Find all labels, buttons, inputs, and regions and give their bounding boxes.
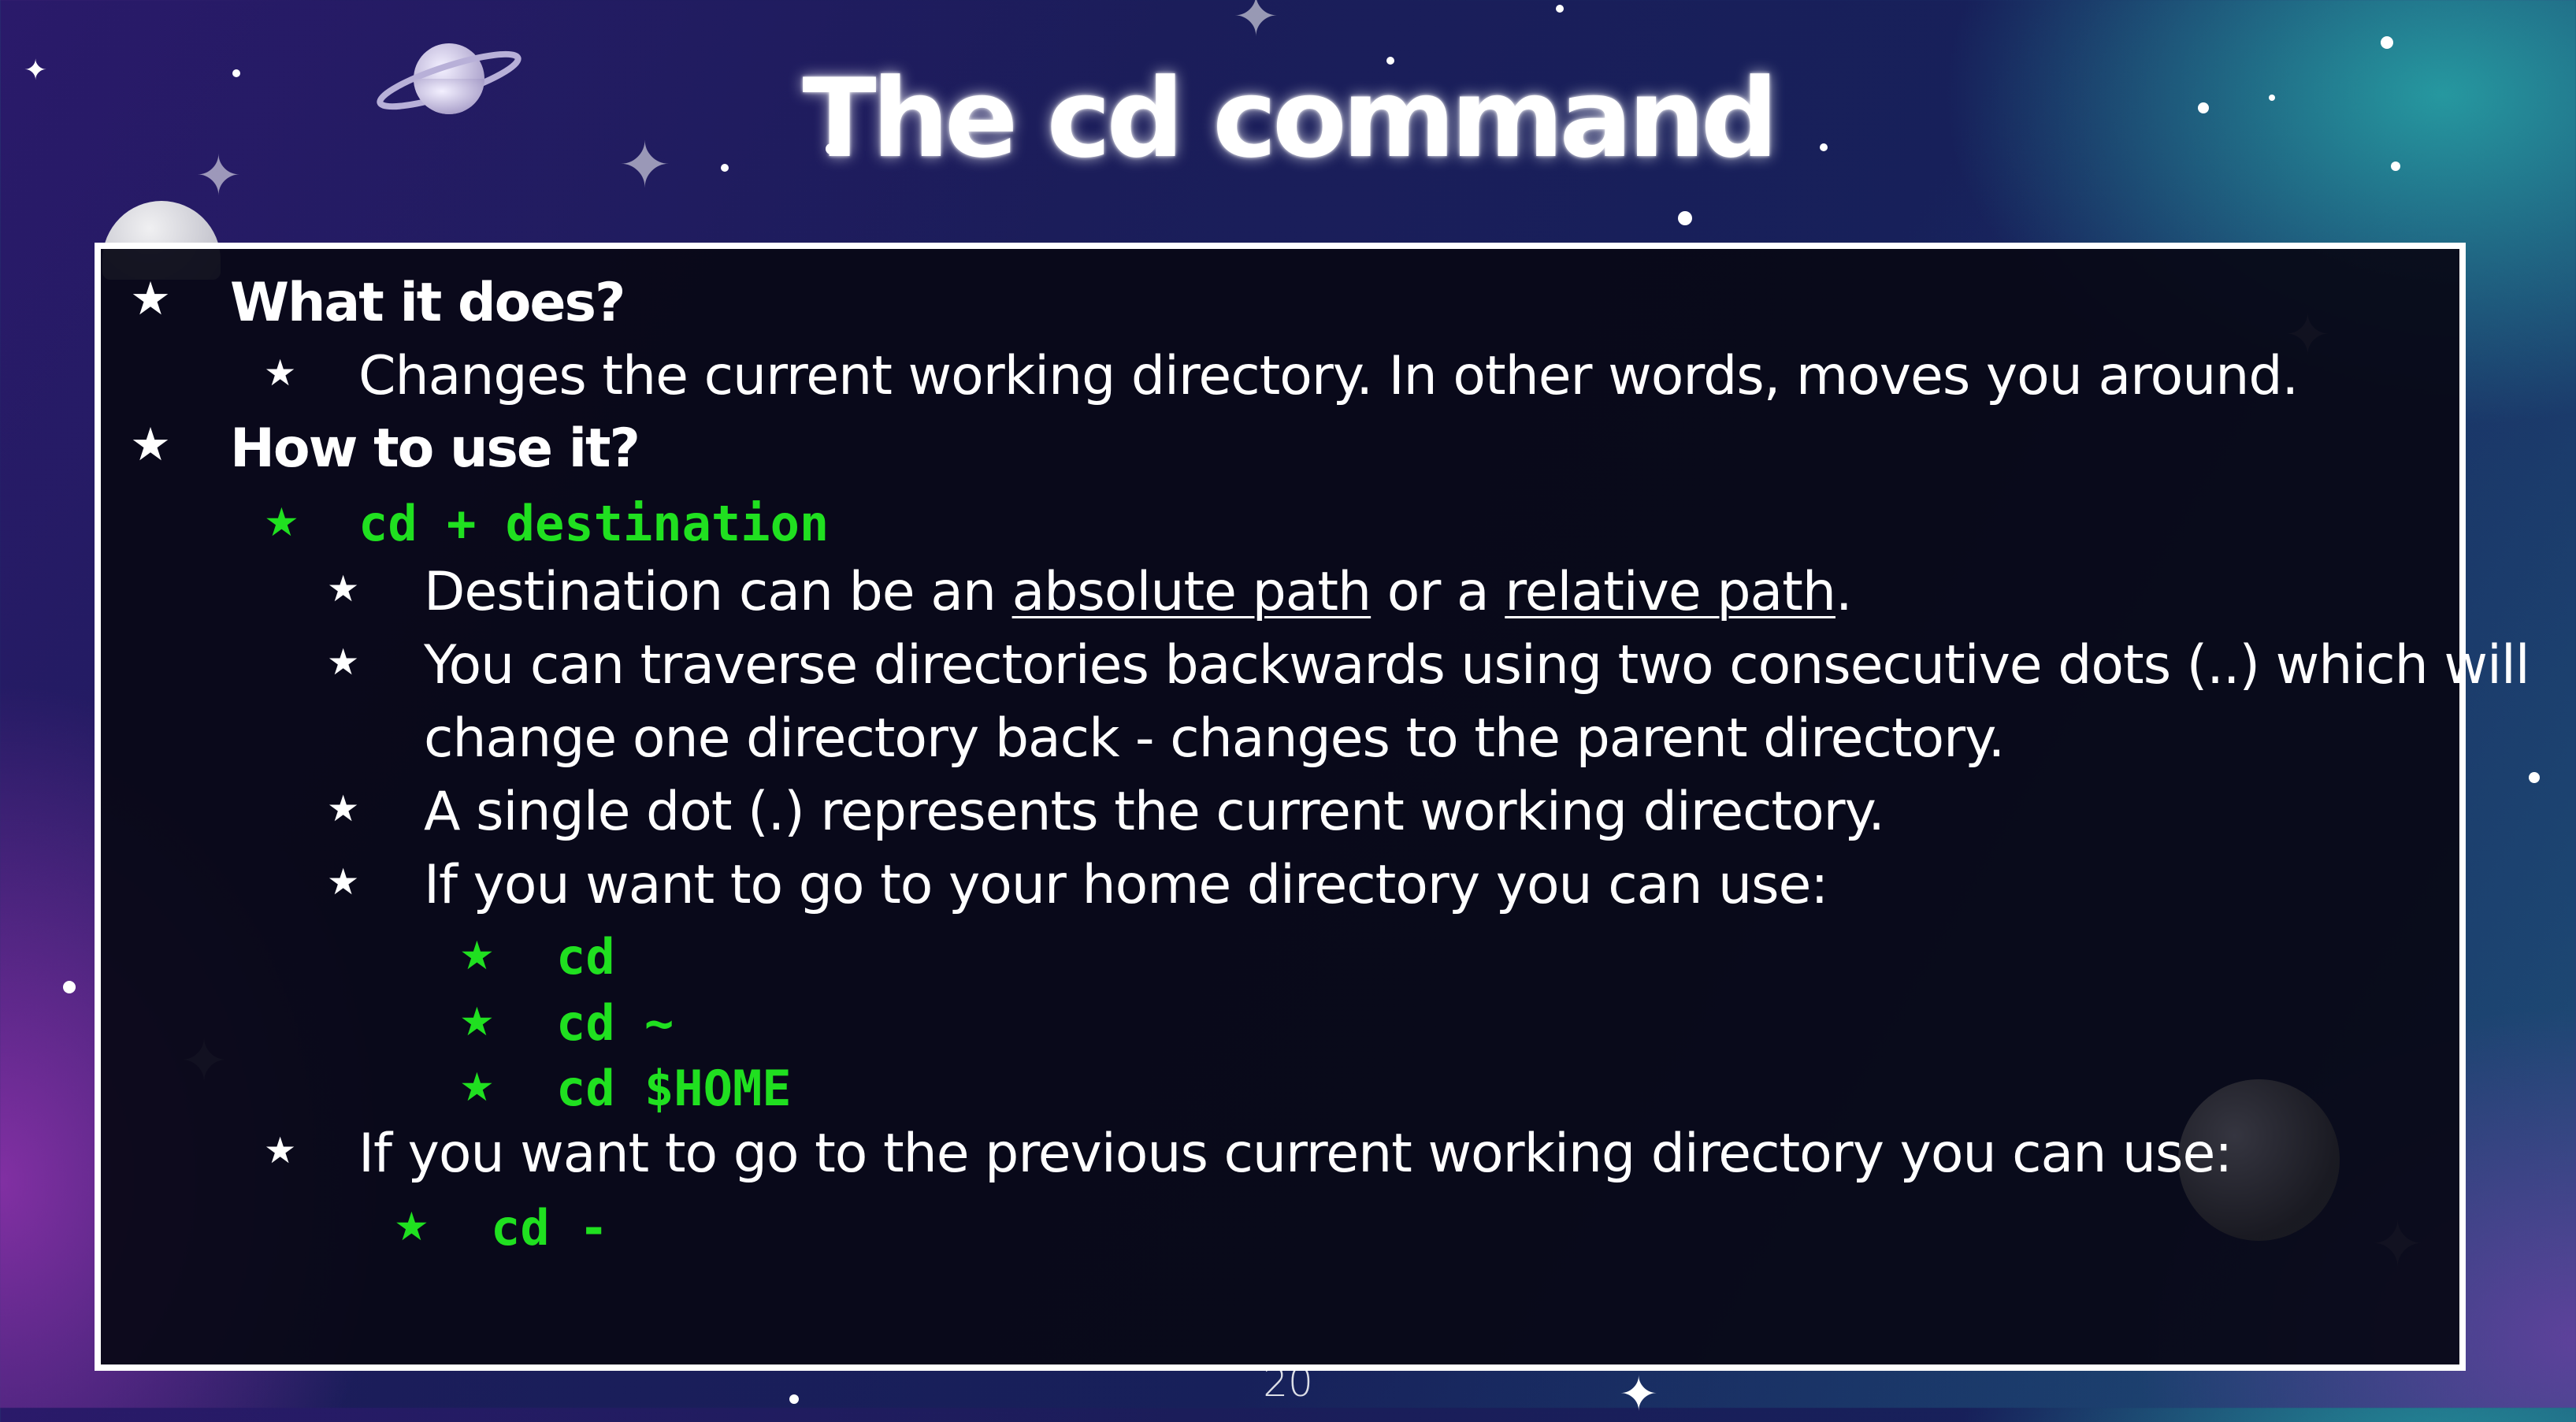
page-number: 20 <box>1263 1360 1313 1405</box>
star <box>1678 211 1692 225</box>
star-bullet-icon: ★ <box>327 860 359 903</box>
star <box>1556 5 1564 13</box>
syntax-code: cd + destination <box>358 495 830 552</box>
home-intro-text: If you want to go to your home directory… <box>424 854 1828 916</box>
star-bullet-icon: ★ <box>394 1204 429 1249</box>
relative-path-term: relative path <box>1505 561 1836 623</box>
star-bullet-icon: ★ <box>327 567 359 610</box>
home-cmd-1: cd <box>556 928 615 986</box>
home-cmd-3: cd $HOME <box>556 1060 792 1117</box>
sparkle-icon: ✦ <box>1233 0 1279 49</box>
star-bullet-icon: ★ <box>459 933 495 978</box>
traverse-line-2: change one directory back - changes to t… <box>424 707 2005 770</box>
star-bullet-icon: ★ <box>327 787 359 830</box>
star-bullet-icon: ★ <box>264 351 296 394</box>
heading-how-to-use: How to use it? <box>230 418 640 480</box>
star <box>2529 772 2540 783</box>
star-bullet-icon: ★ <box>130 418 171 471</box>
star-bullet-icon: ★ <box>264 1129 296 1171</box>
star-bullet-icon: ★ <box>459 1064 495 1110</box>
prev-intro-text: If you want to go to the previous curren… <box>358 1123 2233 1185</box>
heading-what-it-does: What it does? <box>230 272 625 334</box>
slide-title: The cd command <box>802 55 1779 182</box>
traverse-line-1: You can traverse directories backwards u… <box>424 634 2530 696</box>
star-bullet-icon: ★ <box>327 640 359 683</box>
star <box>63 981 76 993</box>
star-bullet-icon: ★ <box>264 499 299 545</box>
prev-cmd: cd - <box>491 1199 609 1257</box>
single-dot-text: A single dot (.) represents the current … <box>424 781 1885 843</box>
star <box>2381 36 2393 49</box>
destination-text: Destination can be an absolute path or a… <box>424 561 1853 623</box>
home-cmd-2: cd ~ <box>556 994 674 1052</box>
star-bullet-icon: ★ <box>130 272 171 325</box>
absolute-path-term: absolute path <box>1011 561 1372 623</box>
description-text: Changes the current working directory. I… <box>358 345 2299 407</box>
star-bullet-icon: ★ <box>459 999 495 1045</box>
